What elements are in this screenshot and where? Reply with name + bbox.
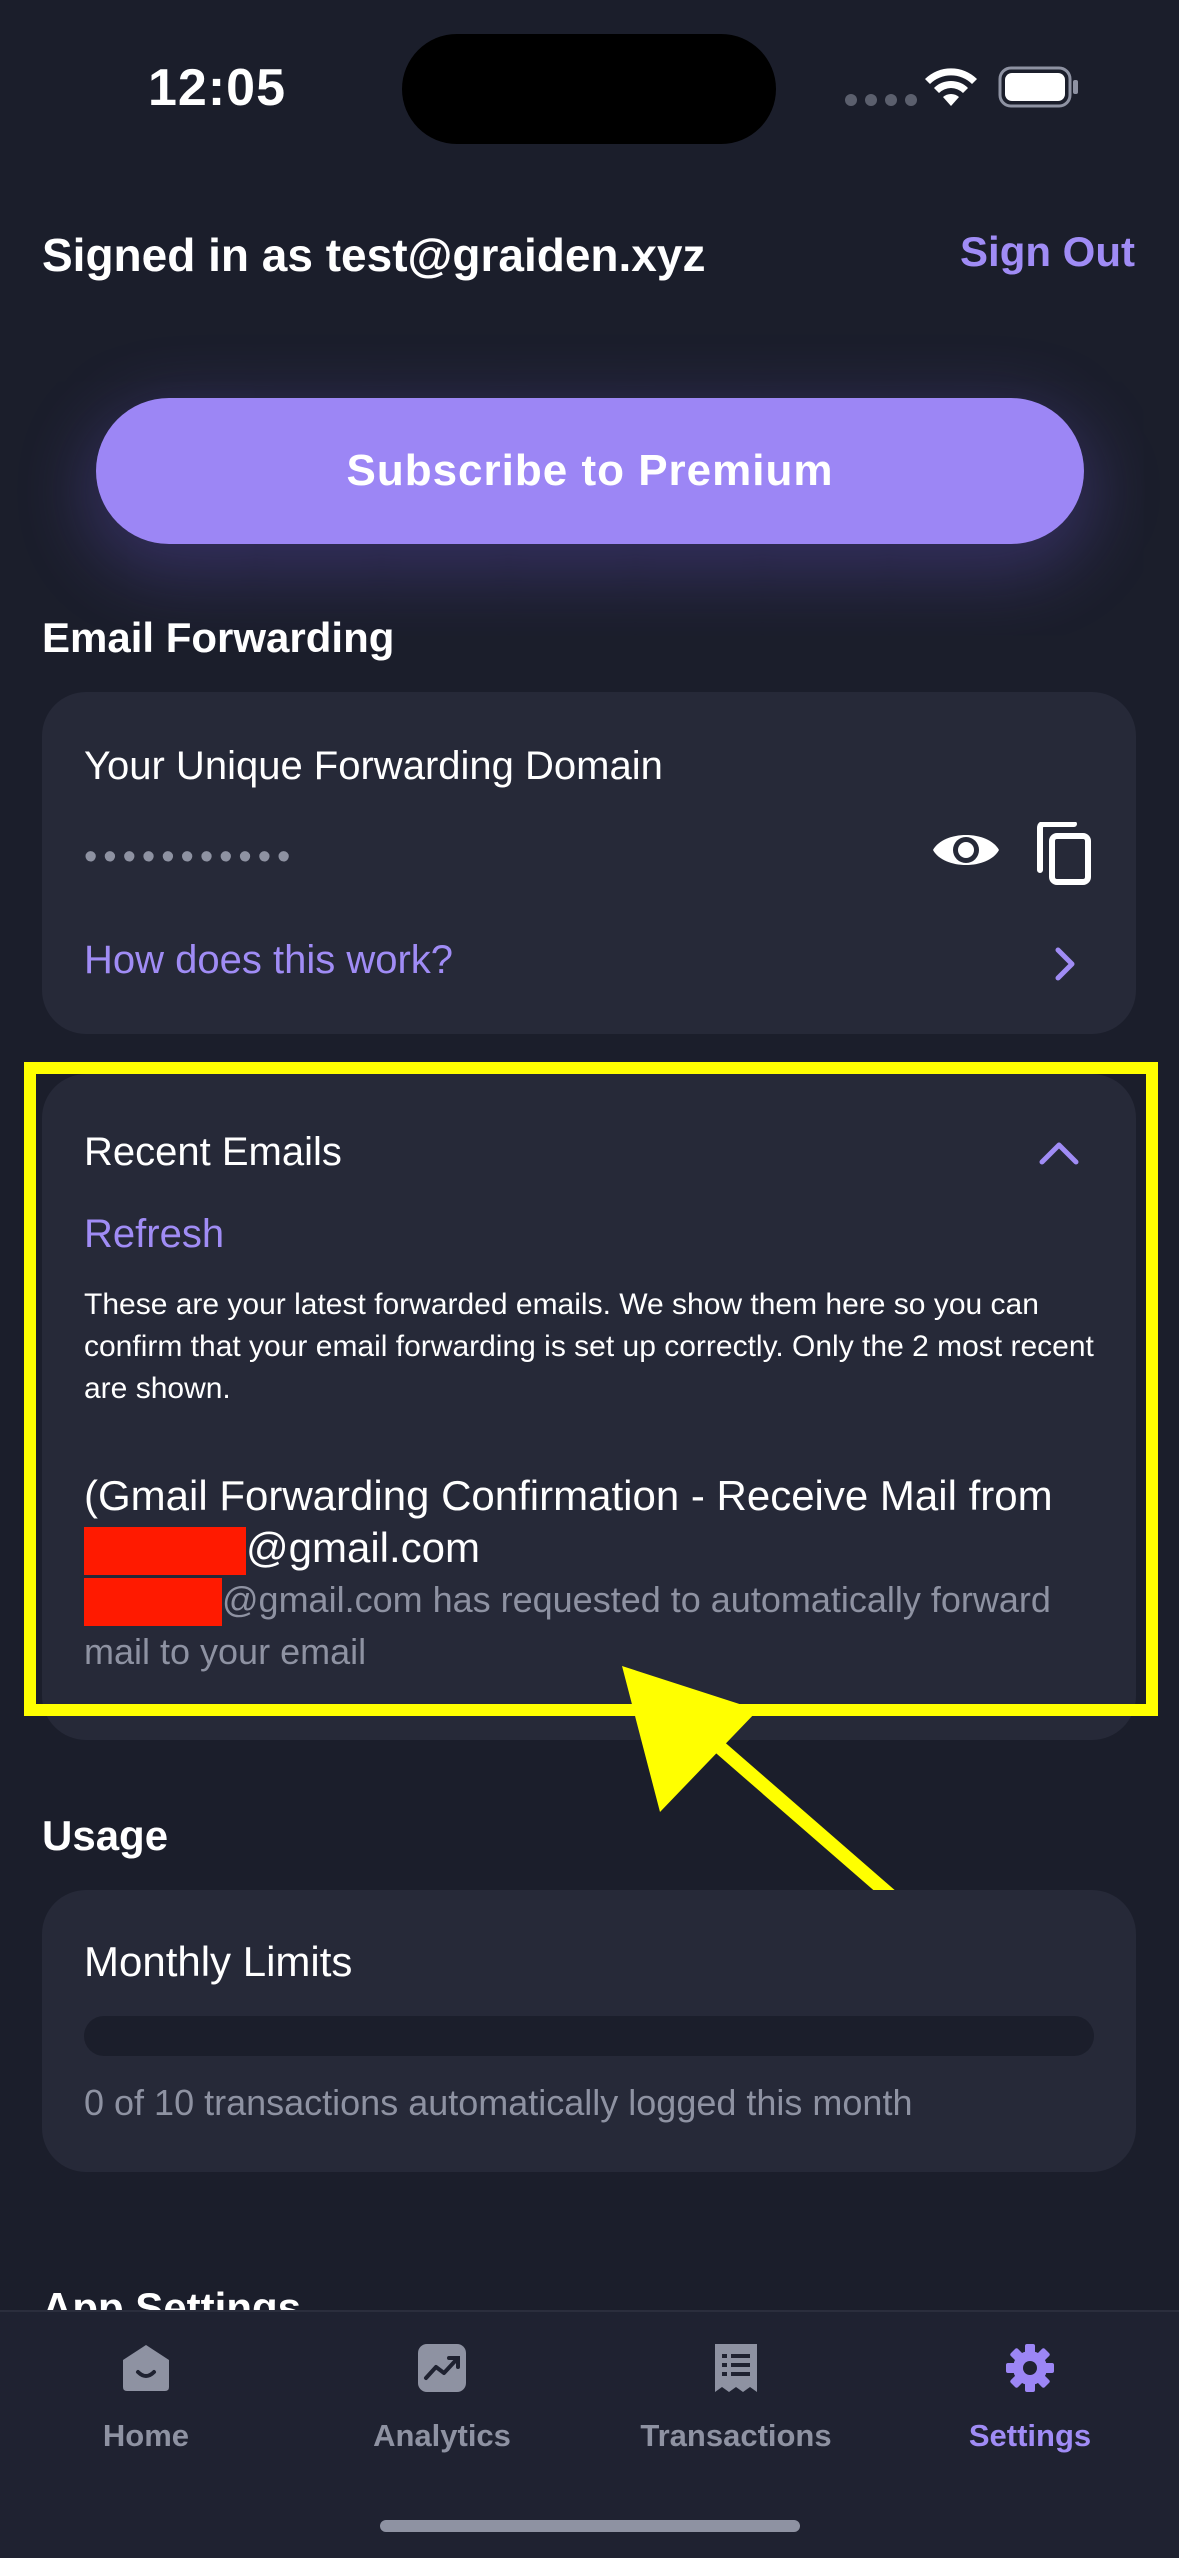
forwarding-domain-title: Your Unique Forwarding Domain: [84, 744, 663, 788]
chevron-right-icon[interactable]: [1050, 944, 1080, 984]
copy-icon[interactable]: [1036, 822, 1092, 886]
forwarding-domain-value: •••••••••••: [84, 836, 297, 878]
gear-icon: [1006, 2344, 1054, 2392]
tab-analytics[interactable]: Analytics: [332, 2330, 552, 2454]
cellular-signal-icon: [845, 94, 917, 106]
subscribe-premium-button[interactable]: Subscribe to Premium: [96, 398, 1084, 544]
tab-transactions[interactable]: Transactions: [626, 2330, 846, 2454]
battery-icon: [998, 66, 1078, 108]
home-indicator[interactable]: [380, 2520, 800, 2532]
status-time: 12:05: [148, 59, 286, 117]
tab-settings[interactable]: Settings: [920, 2330, 1140, 2454]
dynamic-island: [402, 34, 776, 144]
analytics-icon: [418, 2344, 466, 2392]
monthly-limits-title: Monthly Limits: [84, 1938, 353, 1985]
signed-in-text: Signed in as test@graiden.xyz: [42, 229, 706, 281]
tab-transactions-label: Transactions: [640, 2418, 832, 2453]
wifi-icon: [925, 68, 977, 106]
email-forwarding-heading: Email Forwarding: [42, 614, 395, 661]
tab-analytics-label: Analytics: [373, 2418, 511, 2453]
tab-home[interactable]: Home: [36, 2330, 256, 2454]
tab-home-label: Home: [102, 2418, 190, 2453]
usage-heading: Usage: [42, 1812, 169, 1859]
how-does-this-work-link[interactable]: How does this work?: [84, 938, 453, 983]
tab-settings-label: Settings: [968, 2418, 1092, 2453]
usage-progress-bar: [84, 2016, 1094, 2056]
receipt-icon: [715, 2344, 757, 2392]
home-icon: [123, 2345, 169, 2391]
sign-out-button[interactable]: Sign Out: [960, 228, 1135, 276]
usage-summary: 0 of 10 transactions automatically logge…: [84, 2082, 913, 2123]
highlight-box: [24, 1062, 1158, 1716]
eye-icon[interactable]: [930, 822, 1002, 878]
